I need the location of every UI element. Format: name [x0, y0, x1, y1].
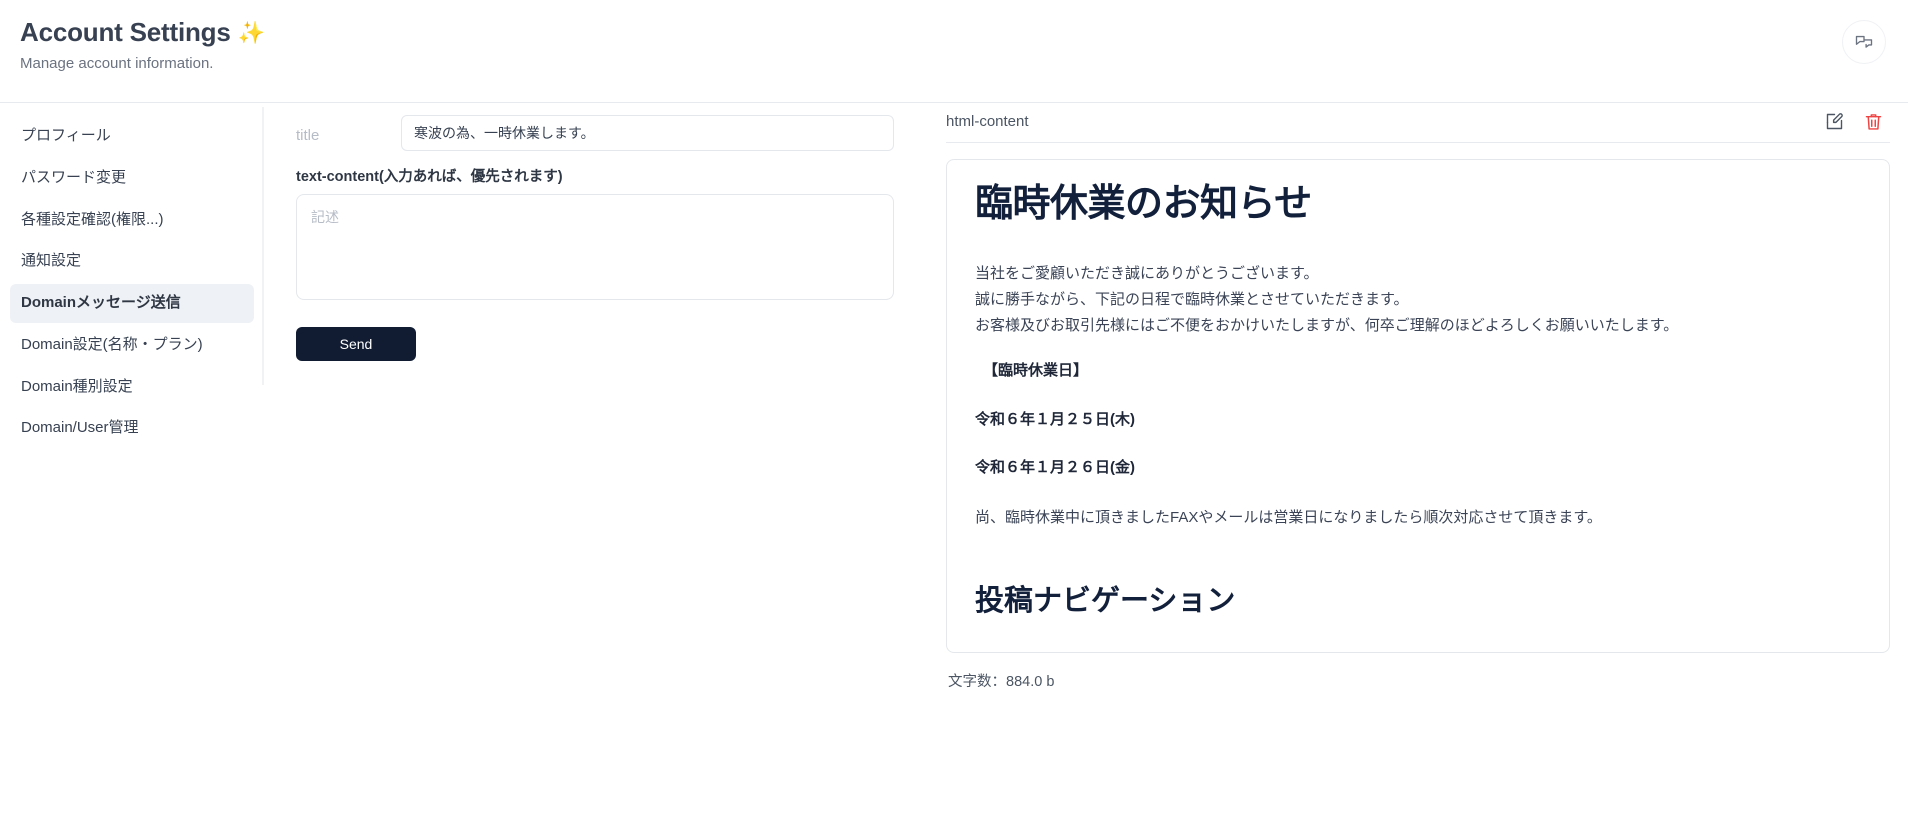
chat-button[interactable]: [1842, 20, 1886, 64]
send-button[interactable]: Send: [296, 327, 416, 361]
text-content-textarea[interactable]: [296, 194, 894, 300]
settings-sidebar: プロフィール パスワード変更 各種設定確認(権限...) 通知設定 Domain…: [0, 103, 264, 451]
sidebar-item-settings-check[interactable]: 各種設定確認(権限...): [10, 201, 254, 240]
sidebar-item-notification-settings[interactable]: 通知設定: [10, 242, 254, 281]
character-count: 文字数：884.0 b: [948, 674, 1055, 690]
post-navigation-heading: 投稿ナビゲーション: [975, 585, 1236, 618]
sparkles-icon: ✨: [237, 19, 265, 45]
sidebar-item-domain-message-send[interactable]: Domainメッセージ送信: [10, 284, 254, 323]
closure-days-label: 【臨時休業日】: [983, 362, 1089, 380]
edit-square-icon: [1826, 113, 1843, 130]
preview-actions: [1824, 111, 1884, 132]
notice-paragraph-3: お客様及びお取引先様にはご不便をおかけいたしますが、何卒ご理解のほどよろしくお願…: [975, 317, 1679, 335]
sidebar-item-password-change[interactable]: パスワード変更: [10, 159, 254, 198]
page-title: Account Settings ✨: [20, 17, 1884, 48]
closure-date-2: 令和６年１月２６日(金): [975, 459, 1135, 477]
sidebar-item-profile[interactable]: プロフィール: [10, 117, 254, 156]
sidebar-item-domain-type-settings[interactable]: Domain種別設定: [10, 368, 254, 407]
delete-button[interactable]: [1863, 111, 1884, 132]
title-input[interactable]: [401, 115, 894, 151]
title-field-row: title: [296, 115, 894, 151]
edit-button[interactable]: [1824, 111, 1845, 132]
trash-icon: [1865, 114, 1882, 130]
page-body: プロフィール パスワード変更 各種設定確認(権限...) 通知設定 Domain…: [0, 103, 1908, 817]
text-content-label: text-content(入力あれば、優先されます): [296, 169, 563, 185]
sidebar-item-domain-settings[interactable]: Domain設定(名称・プラン): [10, 326, 254, 365]
title-label: title: [296, 127, 320, 144]
preview-content-card: 臨時休業のお知らせ 当社をご愛顧いただき誠にありがとうございます。 誠に勝手なが…: [946, 159, 1890, 653]
notice-paragraph-2: 誠に勝手ながら、下記の日程で臨時休業とさせていただきます。: [975, 290, 1409, 308]
html-content-preview: html-content 臨時休業のお知らせ 当社をご愛顧いただき誠にありがとう…: [924, 103, 1908, 691]
closure-date-1: 令和６年１月２５日(木): [975, 410, 1135, 428]
page-subtitle: Manage account information.: [20, 54, 214, 72]
sidebar-item-domain-user-management[interactable]: Domain/User管理: [10, 409, 254, 448]
page-title-text: Account Settings: [20, 17, 231, 47]
closing-paragraph: 尚、臨時休業中に頂きましたFAXやメールは営業日になりましたら順次対応させて頂き…: [975, 508, 1602, 526]
notice-heading: 臨時休業のお知らせ: [975, 183, 1312, 225]
chat-bubbles-icon: [1855, 35, 1873, 48]
page-header: Account Settings ✨ Manage account inform…: [0, 0, 1908, 103]
preview-label: html-content: [946, 113, 1029, 130]
preview-header: html-content: [946, 111, 1890, 143]
message-form: title text-content(入力あれば、優先されます) Send: [264, 103, 924, 361]
notice-paragraph-1: 当社をご愛顧いただき誠にありがとうございます。: [975, 264, 1319, 282]
